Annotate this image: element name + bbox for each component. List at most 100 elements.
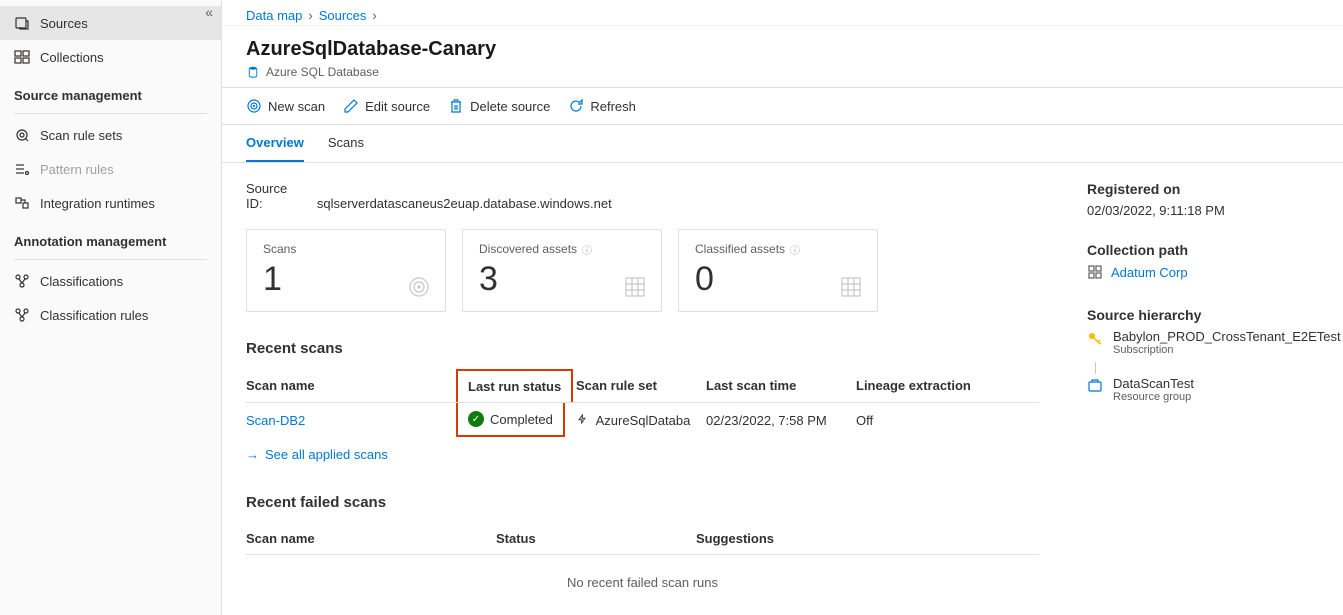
source-hierarchy-label: Source hierarchy	[1087, 307, 1319, 323]
toolbar-label: Delete source	[470, 99, 550, 114]
pattern-rules-icon	[14, 161, 30, 177]
tab-scans[interactable]: Scans	[328, 125, 364, 162]
registered-on-label: Registered on	[1087, 181, 1319, 197]
sidebar: « Sources Collections Source management …	[0, 0, 222, 615]
trash-icon	[448, 98, 464, 114]
scan-rule-sets-icon	[14, 127, 30, 143]
th-status: Status	[496, 523, 696, 555]
sidebar-item-label: Classification rules	[40, 308, 148, 323]
breadcrumb-sources[interactable]: Sources	[319, 8, 367, 23]
hierarchy-item: DataScanTest Resource group	[1087, 376, 1319, 403]
sidebar-item-classifications[interactable]: Classifications	[0, 264, 221, 298]
card-scans-value: 1	[263, 260, 429, 299]
sidebar-item-label: Collections	[40, 50, 104, 65]
th-scan-rule-set: Scan rule set	[576, 369, 706, 403]
integration-runtimes-icon	[14, 195, 30, 211]
refresh-button[interactable]: Refresh	[568, 94, 636, 118]
registered-on-value: 02/03/2022, 9:11:18 PM	[1087, 203, 1319, 218]
th-scan-name: Scan name	[246, 369, 456, 403]
info-icon[interactable]: ⓘ	[581, 243, 593, 255]
sidebar-item-label: Integration runtimes	[40, 196, 155, 211]
th-lineage-extraction: Lineage extraction	[856, 369, 1039, 403]
key-icon	[1087, 331, 1103, 347]
database-icon	[246, 65, 260, 79]
source-id-row: Source ID: sqlserverdatascaneus2euap.dat…	[246, 181, 1039, 211]
empty-failed-scans: No recent failed scan runs	[246, 555, 1039, 610]
td-ruleset: AzureSqlDataba	[576, 403, 706, 438]
recent-scans-title: Recent scans	[246, 340, 1039, 357]
td-lineage: Off	[856, 403, 1039, 438]
hierarchy-name: DataScanTest	[1113, 376, 1194, 391]
tab-overview[interactable]: Overview	[246, 125, 304, 162]
grid-icon	[839, 275, 863, 299]
divider	[14, 259, 207, 260]
edit-source-button[interactable]: Edit source	[343, 94, 430, 118]
hierarchy-connector	[1095, 362, 1096, 374]
breadcrumb-data-map[interactable]: Data map	[246, 8, 302, 23]
td-status: ✓ Completed	[456, 403, 576, 438]
page-title: AzureSqlDatabase-Canary	[246, 38, 1319, 61]
info-icon[interactable]: ⓘ	[789, 243, 801, 255]
hierarchy-type: Resource group	[1113, 391, 1194, 403]
hierarchy-name: Babylon_PROD_CrossTenant_E2ETest	[1113, 329, 1341, 344]
th-last-run-status: Last run status	[456, 369, 576, 403]
sources-icon	[14, 15, 30, 31]
arrow-right-icon: →	[246, 447, 259, 462]
source-id-label: Source ID:	[246, 181, 306, 211]
breadcrumb-separator: ›	[372, 8, 376, 23]
sidebar-item-scan-rule-sets[interactable]: Scan rule sets	[0, 118, 221, 152]
new-scan-button[interactable]: New scan	[246, 94, 325, 118]
sidebar-item-pattern-rules[interactable]: Pattern rules	[0, 152, 221, 186]
toolbar-label: Refresh	[590, 99, 636, 114]
hierarchy-item: Babylon_PROD_CrossTenant_E2ETest Subscri…	[1087, 329, 1319, 356]
source-type: Azure SQL Database	[246, 65, 1319, 79]
th-last-scan-time: Last scan time	[706, 369, 856, 403]
see-all-applied-scans[interactable]: → See all applied scans	[246, 447, 388, 462]
sidebar-item-collections[interactable]: Collections	[0, 40, 221, 74]
sidebar-collapse-button[interactable]: «	[205, 4, 213, 20]
collection-path-label: Collection path	[1087, 242, 1319, 258]
table-row: Scan-DB2 ✓ Completed	[246, 403, 1039, 438]
collection-link[interactable]: Adatum Corp	[1087, 264, 1188, 280]
sidebar-section-source-management: Source management	[0, 74, 221, 109]
classifications-icon	[14, 273, 30, 289]
td-lasttime: 02/23/2022, 7:58 PM	[706, 403, 856, 438]
delete-source-button[interactable]: Delete source	[448, 94, 550, 118]
card-discovered-value: 3	[479, 260, 645, 299]
breadcrumb: Data map › Sources ›	[222, 0, 1343, 26]
info-panel: Registered on 02/03/2022, 9:11:18 PM Col…	[1063, 163, 1343, 615]
sidebar-item-integration-runtimes[interactable]: Integration runtimes	[0, 186, 221, 220]
toolbar-label: Edit source	[365, 99, 430, 114]
sidebar-item-label: Classifications	[40, 274, 123, 289]
card-classified-value: 0	[695, 260, 861, 299]
sidebar-item-classification-rules[interactable]: Classification rules	[0, 298, 221, 332]
resource-group-icon	[1087, 378, 1103, 394]
sidebar-item-label: Sources	[40, 16, 88, 31]
recent-scans-table: Scan name Last run status Scan rule set …	[246, 369, 1039, 437]
card-classified-label: Classified assets ⓘ	[695, 242, 861, 256]
card-discovered-assets: Discovered assets ⓘ 3	[462, 229, 662, 312]
sidebar-item-label: Pattern rules	[40, 162, 114, 177]
failed-scans-table: Scan name Status Suggestions	[246, 523, 1039, 555]
toolbar-label: New scan	[268, 99, 325, 114]
sidebar-item-label: Scan rule sets	[40, 128, 122, 143]
collections-icon	[14, 49, 30, 65]
divider	[14, 113, 207, 114]
check-icon: ✓	[468, 411, 484, 427]
stats-cards: Scans 1 Discovered assets ⓘ 3	[246, 229, 1039, 312]
grid-icon	[623, 275, 647, 299]
collection-icon	[1087, 264, 1103, 280]
source-type-label: Azure SQL Database	[266, 65, 379, 79]
hierarchy-type: Subscription	[1113, 344, 1341, 356]
status-completed: ✓ Completed	[468, 411, 553, 427]
breadcrumb-separator: ›	[308, 8, 312, 23]
card-scans: Scans 1	[246, 229, 446, 312]
card-classified-assets: Classified assets ⓘ 0	[678, 229, 878, 312]
overview-content: Source ID: sqlserverdatascaneus2euap.dat…	[222, 163, 1063, 615]
sidebar-item-sources[interactable]: Sources	[0, 6, 221, 40]
classification-rules-icon	[14, 307, 30, 323]
lightning-icon	[576, 413, 592, 428]
title-area: AzureSqlDatabase-Canary Azure SQL Databa…	[222, 26, 1343, 87]
scan-link[interactable]: Scan-DB2	[246, 413, 305, 428]
sidebar-section-annotation-management: Annotation management	[0, 220, 221, 255]
